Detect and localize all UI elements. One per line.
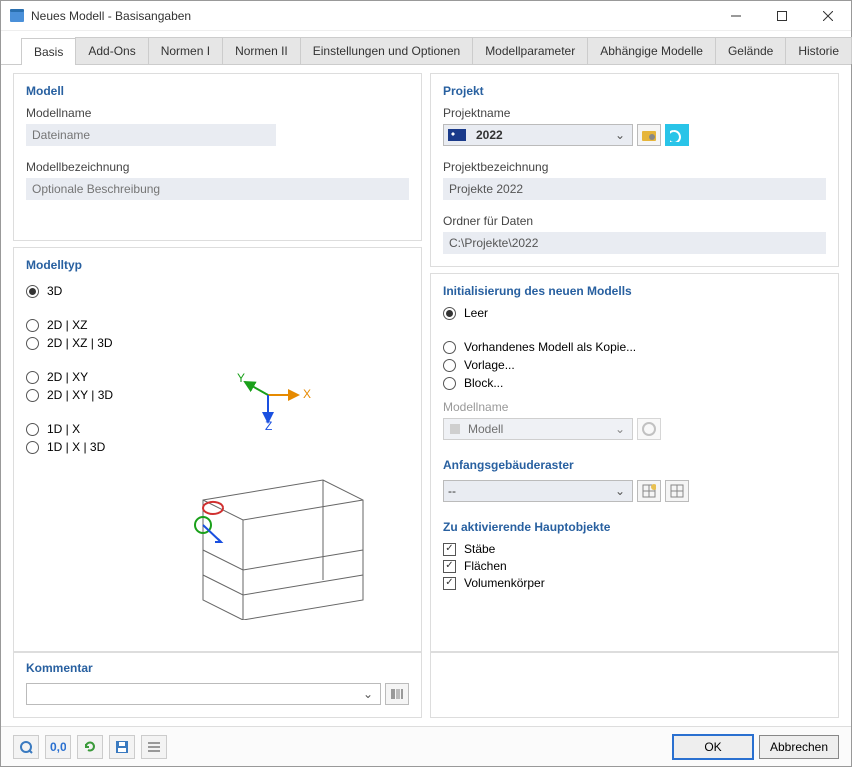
copy-modellname-label: Modellname <box>443 400 826 414</box>
check-staebe[interactable]: Stäbe <box>443 542 826 556</box>
chevron-down-icon: ⌄ <box>360 687 376 701</box>
maximize-button[interactable] <box>759 1 805 31</box>
svg-text:Z: Z <box>265 419 272 430</box>
tab-modellparameter[interactable]: Modellparameter <box>472 37 588 64</box>
axes-icon: X Y Z <box>233 370 313 430</box>
init-panel: Initialisierung des neuen Modells Leer V… <box>430 273 839 652</box>
window-title: Neues Modell - Basisangaben <box>31 9 713 23</box>
help-button[interactable] <box>13 735 39 759</box>
grid-new-icon <box>642 484 656 498</box>
modell-panel: Modell Modellname Modellbezeichnung <box>13 73 422 241</box>
model-icon <box>448 422 462 436</box>
svg-text:X: X <box>303 387 311 401</box>
project-manager-button[interactable] <box>637 124 661 146</box>
units-icon: 0,00 <box>50 740 66 754</box>
svg-text:Y: Y <box>237 371 245 385</box>
chevron-down-icon: ⌄ <box>612 422 628 436</box>
wrench-icon <box>19 740 33 754</box>
units-button[interactable]: 0,00 <box>45 735 71 759</box>
modell-heading: Modell <box>26 84 409 98</box>
modelltyp-panel: Modelltyp 3D 2D | XZ 2D | XZ | 3D 2D | X… <box>13 247 422 652</box>
ok-button[interactable]: OK <box>673 735 753 759</box>
raster-dropdown[interactable]: -- ⌄ <box>443 480 633 502</box>
radio-3d[interactable]: 3D <box>26 284 136 298</box>
tab-basis[interactable]: Basis <box>21 38 76 65</box>
projektbezeichnung-input[interactable] <box>443 178 826 200</box>
radio-2d-xy[interactable]: 2D | XY <box>26 370 136 384</box>
info-icon <box>642 422 656 436</box>
projektname-label: Projektname <box>443 106 826 120</box>
kommentar-library-button[interactable] <box>385 683 409 705</box>
radio-kopie[interactable]: Vorhandenes Modell als Kopie... <box>443 340 826 354</box>
copy-modellname-dropdown: Modell ⌄ <box>443 418 633 440</box>
disk-icon <box>115 740 129 754</box>
projekt-heading: Projekt <box>443 84 826 98</box>
kommentar-panel: Kommentar ⌄ <box>13 652 422 718</box>
projektname-dropdown[interactable]: 2022 ⌄ <box>443 124 633 146</box>
project-info-button[interactable] <box>665 124 689 146</box>
ordner-input[interactable] <box>443 232 826 254</box>
tab-abhaengige[interactable]: Abhängige Modelle <box>587 37 716 64</box>
modellname-label: Modellname <box>26 106 409 120</box>
radio-leer[interactable]: Leer <box>443 306 826 320</box>
app-icon <box>9 8 25 24</box>
radio-2d-xz[interactable]: 2D | XZ <box>26 318 136 332</box>
radio-block[interactable]: Block... <box>443 376 826 390</box>
hauptobjekte-heading: Zu aktivierende Hauptobjekte <box>443 520 826 534</box>
svg-text:0,00: 0,00 <box>50 740 66 754</box>
kommentar-dropdown[interactable]: ⌄ <box>26 683 381 705</box>
radio-1d-x-3d[interactable]: 1D | X | 3D <box>26 440 136 454</box>
radio-2d-xy-3d[interactable]: 2D | XY | 3D <box>26 388 136 402</box>
list-icon <box>147 740 161 754</box>
project-flag-icon <box>448 129 466 141</box>
reset-button[interactable] <box>77 735 103 759</box>
modellname-input[interactable] <box>26 124 276 146</box>
chevron-down-icon: ⌄ <box>612 484 628 498</box>
model-wireframe-icon <box>163 470 383 620</box>
grid-edit-icon <box>670 484 684 498</box>
projektbezeichnung-label: Projektbezeichnung <box>443 160 826 174</box>
folder-gear-icon <box>641 127 657 143</box>
raster-edit-button[interactable] <box>665 480 689 502</box>
load-default-button[interactable] <box>141 735 167 759</box>
copy-model-info-button <box>637 418 661 440</box>
minimize-button[interactable] <box>713 1 759 31</box>
tab-normen-1[interactable]: Normen I <box>148 37 223 64</box>
close-button[interactable] <box>805 1 851 31</box>
raster-heading: Anfangsgebäuderaster <box>443 458 826 472</box>
check-flaechen[interactable]: Flächen <box>443 559 826 573</box>
info-icon <box>670 128 684 142</box>
library-icon <box>390 687 404 701</box>
tab-historie[interactable]: Historie <box>785 37 852 64</box>
tab-gelaende[interactable]: Gelände <box>715 37 786 64</box>
tab-bar: Basis Add-Ons Normen I Normen II Einstel… <box>1 37 851 65</box>
check-volumenkoerper[interactable]: Volumenkörper <box>443 576 826 590</box>
radio-2d-xz-3d[interactable]: 2D | XZ | 3D <box>26 336 136 350</box>
modellbezeichnung-input[interactable] <box>26 178 409 200</box>
modelltyp-heading: Modelltyp <box>26 258 409 272</box>
projekt-panel: Projekt Projektname 2022 ⌄ Projektbezeic… <box>430 73 839 267</box>
raster-new-button[interactable] <box>637 480 661 502</box>
tab-addons[interactable]: Add-Ons <box>75 37 148 64</box>
modellbezeichnung-label: Modellbezeichnung <box>26 160 409 174</box>
cancel-button[interactable]: Abbrechen <box>759 735 839 759</box>
tab-einstellungen[interactable]: Einstellungen und Optionen <box>300 37 473 64</box>
radio-1d-x[interactable]: 1D | X <box>26 422 136 436</box>
chevron-down-icon: ⌄ <box>612 128 628 142</box>
radio-vorlage[interactable]: Vorlage... <box>443 358 826 372</box>
ordner-label: Ordner für Daten <box>443 214 826 228</box>
init-heading: Initialisierung des neuen Modells <box>443 284 826 298</box>
kommentar-heading: Kommentar <box>26 661 409 675</box>
refresh-icon <box>83 740 97 754</box>
save-default-button[interactable] <box>109 735 135 759</box>
tab-normen-2[interactable]: Normen II <box>222 37 301 64</box>
empty-panel <box>430 652 839 718</box>
